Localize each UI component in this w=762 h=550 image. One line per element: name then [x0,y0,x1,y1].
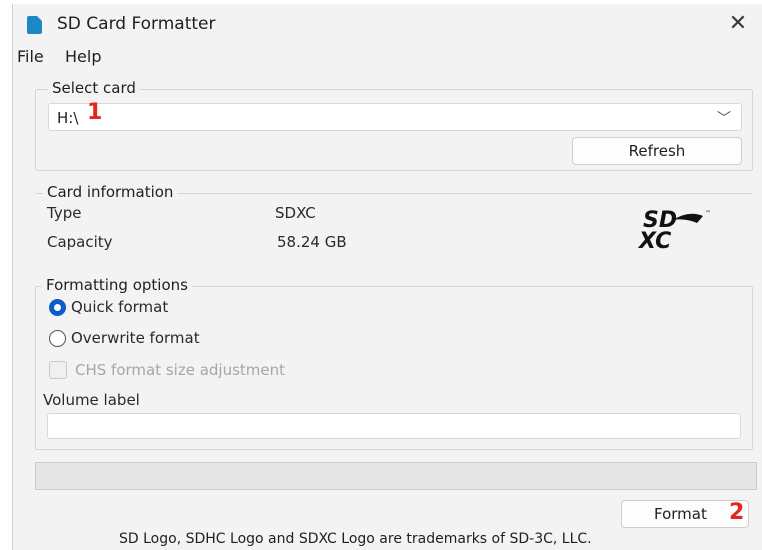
select-card-group: Select card H:\ ﹀ Refresh [35,79,753,171]
format-button-label: Format [654,505,707,523]
capacity-label: Capacity [47,233,113,251]
menu-file[interactable]: File [17,47,44,66]
progress-bar [35,462,757,490]
sdxc-logo: SD ™ XC [637,204,717,254]
title-bar: SD Card Formatter ✕ [13,4,762,42]
sd-logo-swoosh [673,213,703,223]
logo-tm-mark: ™ [705,210,711,217]
chs-adjustment-label: CHS format size adjustment [75,361,286,379]
type-value: SDXC [275,204,316,222]
card-dropdown-value: H:\ [57,109,79,127]
type-label: Type [47,204,82,222]
chevron-down-icon: ﹀ [717,111,731,127]
formatting-options-legend: Formatting options [42,276,192,294]
app-window: SD Card Formatter ✕ File Help Select car… [12,4,762,550]
card-dropdown[interactable]: H:\ ﹀ [48,103,742,131]
refresh-button[interactable]: Refresh [572,137,742,165]
quick-format-radio[interactable] [49,299,66,316]
volume-label-input[interactable] [47,413,741,439]
menu-bar: File Help [13,42,762,70]
overwrite-format-label[interactable]: Overwrite format [71,329,200,347]
overwrite-format-radio[interactable] [49,330,66,347]
window-title: SD Card Formatter [57,14,216,34]
trademark-footer: SD Logo, SDHC Logo and SDXC Logo are tra… [119,531,592,547]
card-information-legend: Card information [43,183,178,201]
sdxc-logo-bottom: XC [637,229,671,254]
annotation-badge-1: 1 [87,100,103,125]
close-icon[interactable]: ✕ [723,10,753,38]
annotation-badge-2: 2 [729,500,745,525]
menu-help[interactable]: Help [65,47,101,66]
volume-label-caption: Volume label [43,391,140,409]
sd-card-app-icon [27,16,42,34]
chs-adjustment-checkbox[interactable] [49,361,67,379]
quick-format-label[interactable]: Quick format [71,298,168,316]
select-card-legend: Select card [48,79,140,97]
capacity-value: 58.24 GB [277,233,347,251]
